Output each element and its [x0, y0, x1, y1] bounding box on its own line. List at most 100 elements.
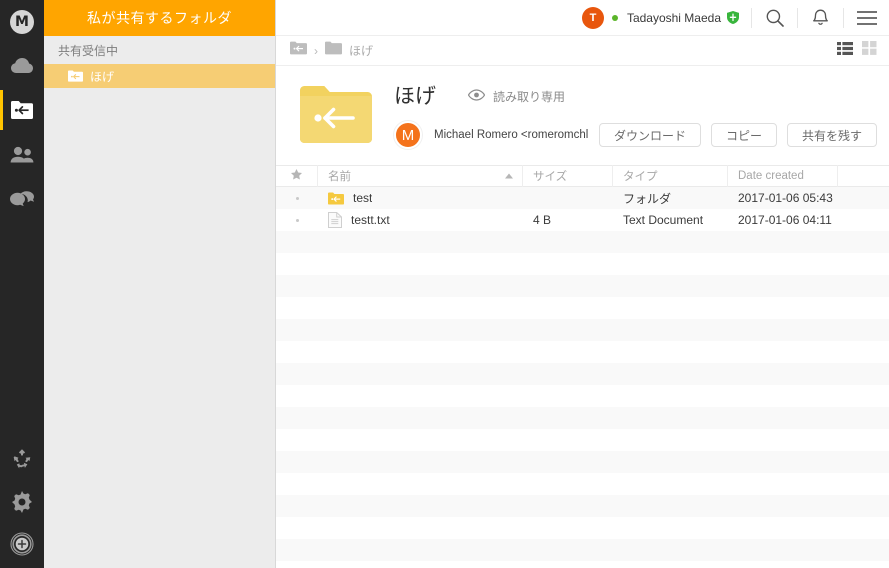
table-row[interactable]: testt.txt 4 B Text Document 2017-01-06 0…: [276, 209, 889, 231]
grid-view-button[interactable]: [862, 41, 877, 60]
table-empty-row: [276, 429, 889, 451]
row-favourite-cell[interactable]: [276, 209, 318, 231]
copy-button[interactable]: コピー: [710, 123, 777, 147]
panel-section-label: 共有受信中: [58, 43, 119, 58]
mega-logo-icon: M: [10, 10, 34, 34]
panel-title: 私が共有するフォルダ: [44, 0, 275, 36]
column-header-date-created[interactable]: Date created: [728, 165, 838, 187]
table-empty-row: [276, 231, 889, 253]
permission-badge: 読み取り専用: [467, 88, 566, 106]
transfers-sync-icon: [11, 447, 33, 469]
user-name: Tadayoshi Maeda: [626, 10, 721, 25]
table-filler-rows: [276, 231, 889, 561]
avatar: T: [581, 6, 604, 29]
pro-shield-icon: [727, 11, 739, 24]
breadcrumb-current-label: ほげ: [349, 44, 374, 58]
list-view-button[interactable]: [837, 41, 853, 60]
breadcrumb-current[interactable]: ほげ: [325, 41, 373, 60]
text-document-icon: [328, 212, 342, 228]
owner-row: M Michael Romero <romeromchl@ ダウンロード コピー…: [394, 121, 877, 149]
folder-shared-icon: [328, 192, 344, 205]
table-empty-row: [276, 253, 889, 275]
owner-avatar: M: [394, 121, 422, 149]
mega-logo[interactable]: M: [0, 0, 44, 44]
rail-item-contacts[interactable]: [0, 132, 44, 176]
table-row[interactable]: test フォルダ 2017-01-06 05:43: [276, 187, 889, 209]
leave-share-button[interactable]: 共有を残す: [786, 123, 877, 147]
column-header-type[interactable]: タイプ: [613, 165, 728, 187]
cloud-drive-icon: [11, 58, 33, 74]
column-header-name[interactable]: 名前: [318, 165, 523, 187]
column-header-size[interactable]: サイズ: [523, 165, 613, 187]
rail-item-achievements[interactable]: [0, 524, 44, 568]
chat-icon: [10, 189, 34, 207]
file-table: 名前 サイズ タイプ Date created test フォルダ 2017-0…: [276, 165, 889, 568]
row-date-label: 2017-01-06 04:11: [738, 213, 832, 227]
folder-info: ほげ 読み取り専用 M Michael Romero <romeromchl@ …: [276, 66, 889, 165]
table-empty-row: [276, 517, 889, 539]
table-empty-row: [276, 341, 889, 363]
rail-item-cloud-drive[interactable]: [0, 44, 44, 88]
row-size-label: 4 B: [533, 213, 552, 227]
owner-name-email: Michael Romero <romeromchl@: [434, 129, 589, 141]
row-spacer-cell: [838, 209, 889, 231]
row-favourite-cell[interactable]: [276, 187, 318, 209]
hamburger-menu-icon: [856, 10, 877, 25]
user-chip[interactable]: T Tadayoshi Maeda: [581, 6, 751, 29]
row-name-cell: testt.txt: [318, 209, 523, 231]
search-icon: [766, 9, 784, 27]
table-empty-row: [276, 319, 889, 341]
column-header-name-label: 名前: [328, 171, 351, 183]
table-empty-row: [276, 385, 889, 407]
notifications-button[interactable]: [798, 0, 843, 36]
table-body: test フォルダ 2017-01-06 05:43 testt.txt 4 B…: [276, 187, 889, 568]
table-empty-row: [276, 451, 889, 473]
row-name-label: testt.txt: [351, 213, 390, 227]
list-view-icon: [837, 41, 853, 60]
row-date-label: 2017-01-06 05:43: [738, 191, 833, 205]
search-button[interactable]: [752, 0, 797, 36]
table-empty-row: [276, 495, 889, 517]
table-empty-row: [276, 407, 889, 429]
permission-label: 読み取り専用: [493, 90, 566, 104]
row-spacer-cell: [838, 187, 889, 209]
table-empty-row: [276, 473, 889, 495]
table-empty-row: [276, 539, 889, 561]
row-size-cell: 4 B: [523, 209, 613, 231]
icon-rail: M: [0, 0, 44, 568]
table-header: 名前 サイズ タイプ Date created: [276, 165, 889, 187]
rail-item-chat[interactable]: [0, 176, 44, 220]
table-empty-row: [276, 363, 889, 385]
panel-row-hoge[interactable]: ほげ: [44, 64, 275, 88]
achievements-icon: [10, 532, 34, 556]
folder-icon: [325, 41, 342, 60]
eye-icon: [467, 88, 486, 106]
rail-item-transfers[interactable]: [0, 436, 44, 480]
page-title: ほげ: [394, 85, 436, 108]
rail-item-settings[interactable]: [0, 480, 44, 524]
panel-row-label: ほげ: [90, 69, 115, 84]
contacts-icon: [10, 146, 34, 163]
row-name-cell: test: [318, 187, 523, 209]
breadcrumb-root[interactable]: [290, 41, 307, 60]
row-date-cell: 2017-01-06 05:43: [728, 187, 838, 209]
rail-item-shared-folders[interactable]: [0, 88, 44, 132]
table-empty-row: [276, 275, 889, 297]
action-buttons: ダウンロード コピー 共有を残す: [598, 123, 877, 147]
column-header-date-label: Date created: [738, 170, 804, 182]
bell-icon: [812, 9, 829, 27]
shared-folder-icon: [290, 41, 307, 60]
folder-title-row: ほげ 読み取り専用: [394, 86, 877, 107]
download-button[interactable]: ダウンロード: [598, 123, 701, 147]
row-type-cell: Text Document: [613, 209, 728, 231]
shared-folder-icon: [68, 70, 83, 82]
column-header-size-label: サイズ: [533, 171, 568, 183]
gear-icon: [11, 491, 33, 513]
breadcrumb-separator: ›: [314, 43, 318, 58]
shared-folders-panel: 私が共有するフォルダ 共有受信中 ほげ: [44, 0, 276, 568]
column-header-favourite[interactable]: [276, 165, 318, 187]
favourite-dot-icon: [295, 196, 299, 200]
menu-button[interactable]: [844, 0, 889, 36]
table-empty-row: [276, 297, 889, 319]
favourite-dot-icon: [295, 218, 299, 222]
